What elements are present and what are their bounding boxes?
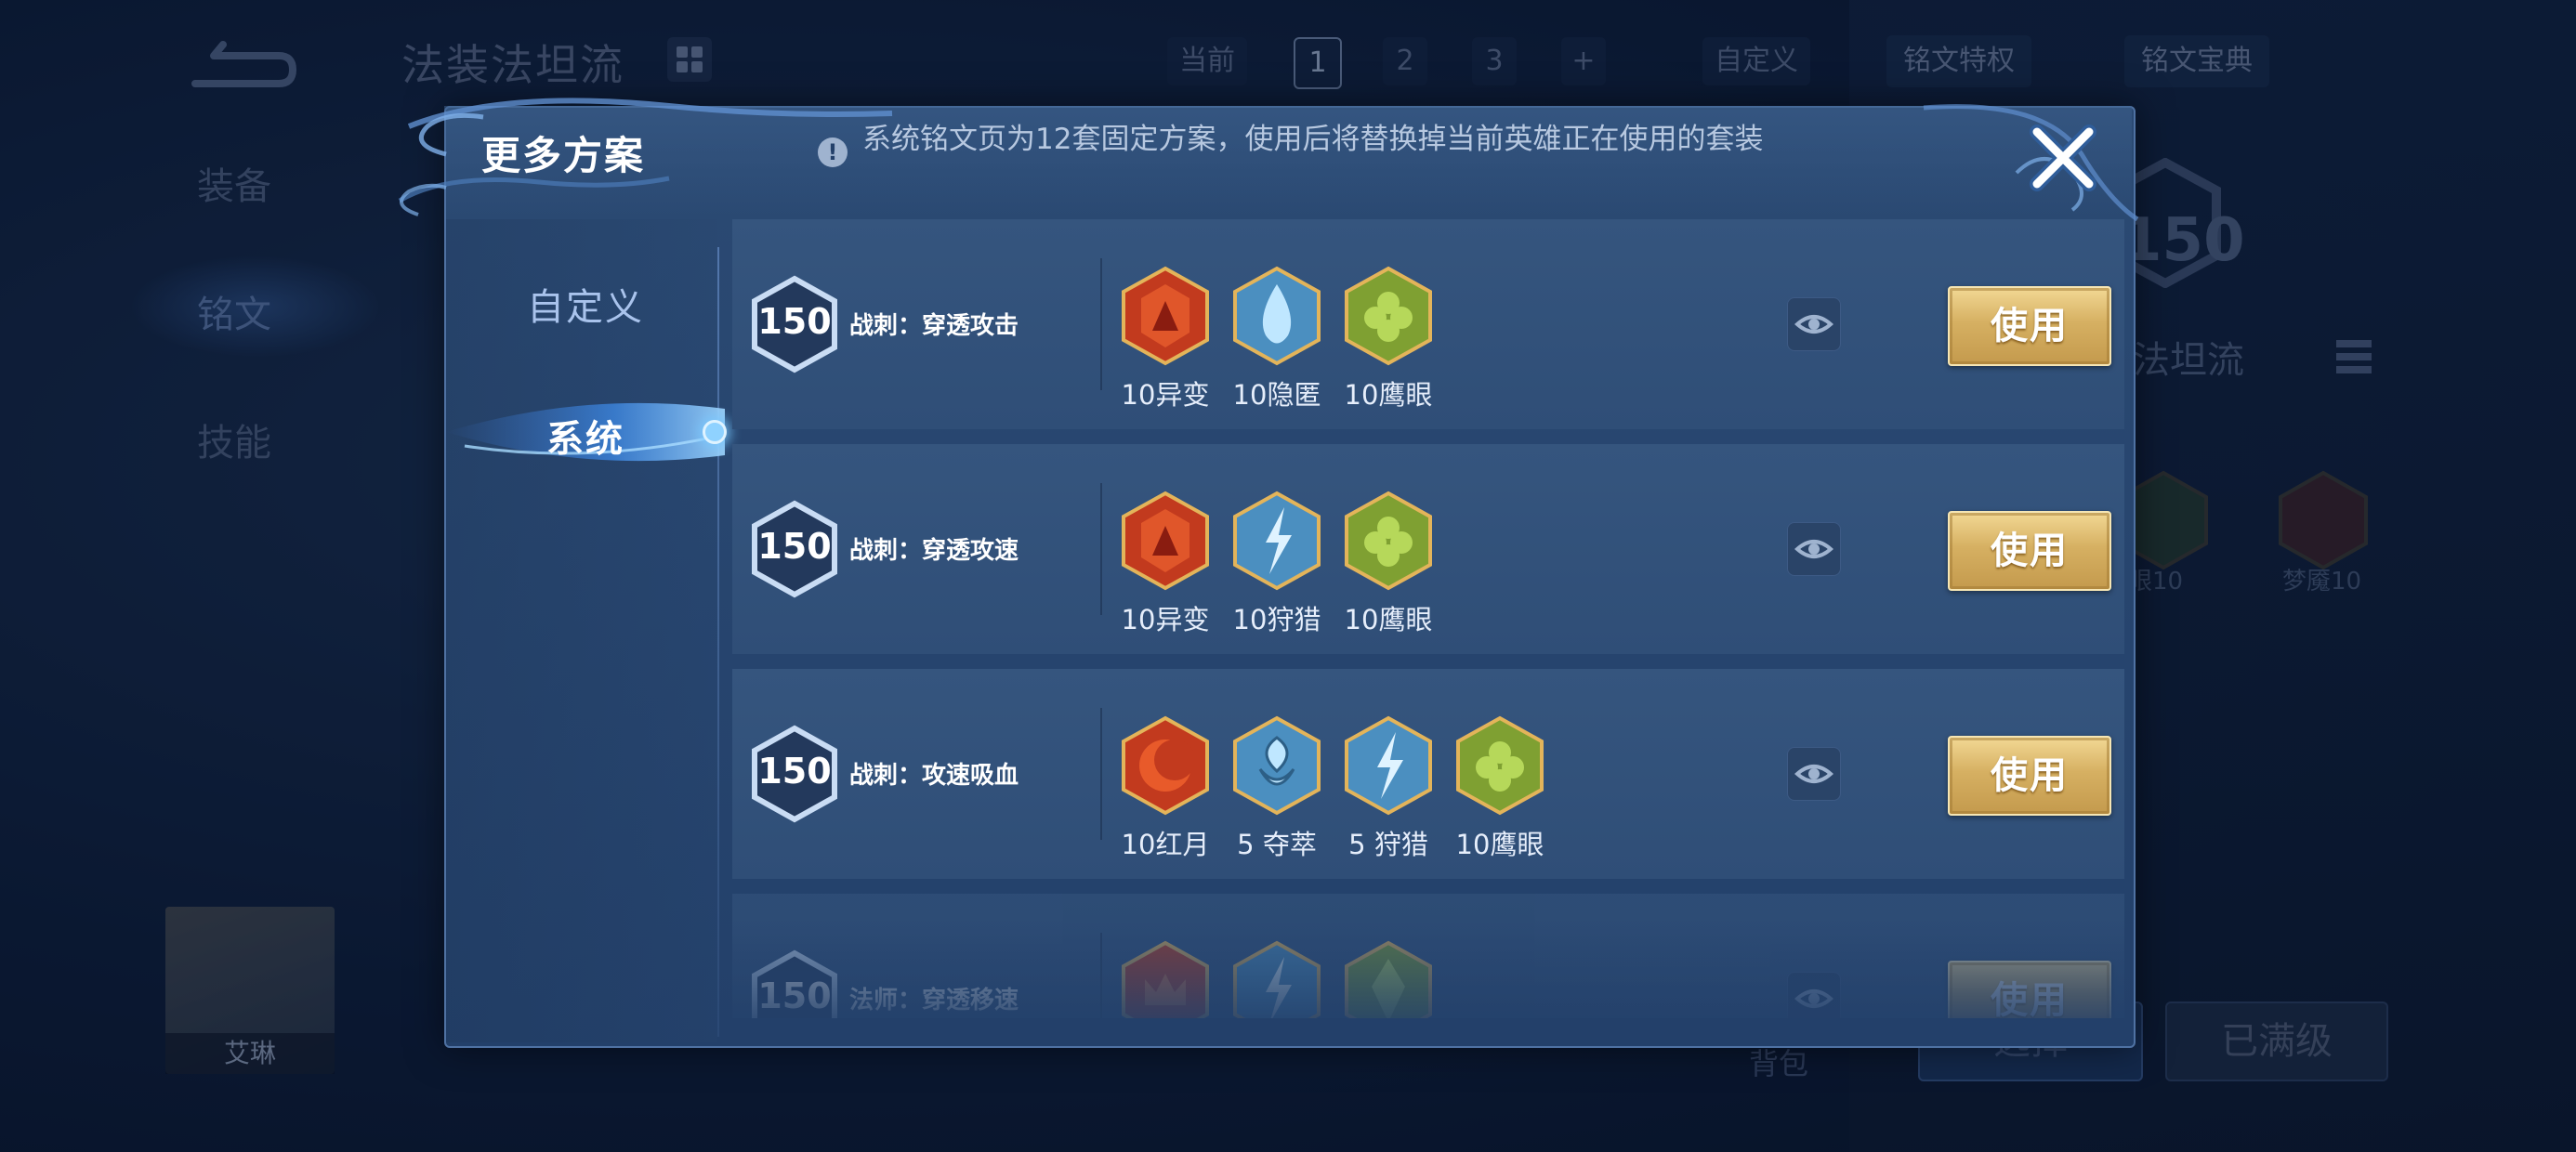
- side-tabs-divider: [717, 247, 719, 1037]
- blue-lightning-rune-icon: [1233, 940, 1321, 1018]
- green-leaf-rune-icon: [1345, 940, 1432, 1018]
- blue-drop-rune-icon: [1233, 266, 1321, 366]
- red-moon-rune-icon: [1122, 715, 1209, 816]
- use-button[interactable]: 使用: [1948, 286, 2111, 366]
- row-divider: [1100, 258, 1102, 390]
- scheme-name: 战刺：攻速吸血: [849, 762, 1019, 790]
- tab-custom[interactable]: 自定义: [446, 277, 725, 331]
- rune-label: 10隐匿: [1232, 379, 1321, 411]
- scheme-list[interactable]: 150 战刺：穿透攻击 10异变 10隐匿 10鹰眼 使用 150 战刺：穿透攻…: [732, 219, 2124, 1018]
- rune-label: 10异变: [1121, 604, 1210, 635]
- eye-icon: [1794, 315, 1834, 334]
- rune-label: 5 夺萃: [1237, 829, 1317, 860]
- scheme-row: 150 战刺：攻速吸血 10红月 5 夺萃 5 狩猎 10鹰眼 使用: [732, 669, 2124, 879]
- preview-button[interactable]: [1787, 522, 1841, 576]
- close-icon[interactable]: [2024, 119, 2102, 197]
- active-tab-indicator: [703, 420, 727, 444]
- scheme-row: 150 战刺：穿透攻速 10异变 10狩猎 10鹰眼 使用: [732, 444, 2124, 654]
- eye-icon: [1794, 540, 1834, 558]
- preview-button[interactable]: [1787, 747, 1841, 801]
- row-divider: [1100, 483, 1102, 615]
- scheme-row: 150 战刺：穿透攻击 10异变 10隐匿 10鹰眼 使用: [732, 219, 2124, 429]
- rune-label: 10鹰眼: [1344, 604, 1433, 635]
- modal-side-tabs: [446, 219, 717, 1042]
- preview-button[interactable]: [1787, 297, 1841, 351]
- scheme-level: 150: [757, 526, 832, 567]
- green-clover-rune-icon: [1345, 491, 1432, 591]
- scheme-name: 战刺：穿透攻速: [849, 537, 1019, 565]
- blue-knot-rune-icon: [1233, 715, 1321, 816]
- eye-icon: [1794, 989, 1834, 1008]
- rune-label: 10红月: [1121, 829, 1210, 860]
- row-divider: [1100, 933, 1102, 1018]
- scheme-level: 150: [757, 751, 832, 792]
- use-button[interactable]: 使用: [1948, 961, 2111, 1018]
- modal-title: 更多方案: [481, 133, 646, 178]
- scheme-row: 150 法师：穿透移速 使用: [732, 894, 2124, 1018]
- eye-icon: [1794, 765, 1834, 783]
- rune-label: 10鹰眼: [1455, 829, 1544, 860]
- rune-label: 10鹰眼: [1344, 379, 1433, 411]
- red-crown-rune-icon: [1122, 940, 1209, 1018]
- red-shield-rune-icon: [1122, 266, 1209, 366]
- rune-label: 10狩猎: [1232, 604, 1321, 635]
- blue-lightning-rune-icon: [1233, 491, 1321, 591]
- row-divider: [1100, 708, 1102, 840]
- scheme-name: 战刺：穿透攻击: [849, 312, 1019, 340]
- green-clover-rune-icon: [1345, 266, 1432, 366]
- scheme-name: 法师：穿透移速: [849, 987, 1019, 1015]
- green-clover-rune-icon: [1456, 715, 1544, 816]
- rune-label: 10异变: [1121, 379, 1210, 411]
- use-button[interactable]: 使用: [1948, 736, 2111, 816]
- scheme-level: 150: [757, 301, 832, 342]
- use-button[interactable]: 使用: [1948, 511, 2111, 591]
- scheme-level: 150: [757, 975, 832, 1016]
- red-shield-rune-icon: [1122, 491, 1209, 591]
- info-icon: !: [818, 137, 848, 167]
- blue-lightning-rune-icon: [1345, 715, 1432, 816]
- preview-button[interactable]: [1787, 972, 1841, 1018]
- tab-system[interactable]: 系统: [446, 409, 725, 463]
- modal-info-text: 系统铭文页为12套固定方案，使用后将替换掉当前英雄正在使用的套装: [862, 123, 1764, 156]
- rune-label: 5 狩猎: [1348, 829, 1428, 860]
